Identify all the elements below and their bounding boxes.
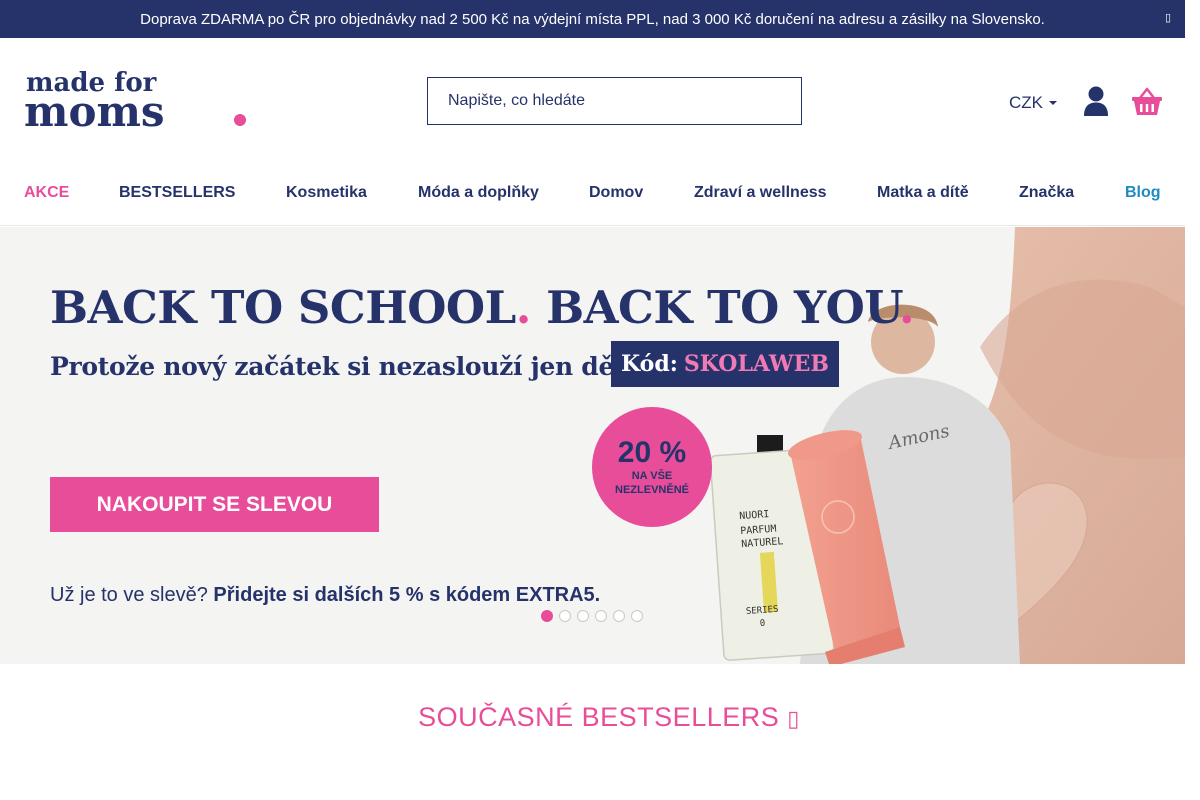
main-nav: AKCE BESTSELLERS Kosmetika Móda a doplňk…: [0, 172, 1185, 214]
extra-discount-text: Už je to ve slevě? Přidejte si dalších 5…: [50, 584, 600, 607]
bestsellers-title: SOUČASNÉ BESTSELLERS: [418, 702, 780, 732]
promo-code-value: SKOLAWEB: [683, 351, 829, 377]
svg-text:moms: moms: [24, 87, 165, 130]
announcement-text: Doprava ZDARMA po ČR pro objednávky nad …: [140, 10, 1045, 28]
nav-item-akce[interactable]: AKCE: [24, 184, 69, 202]
promo-code-label: Kód:: [621, 351, 678, 377]
currency-label: CZK: [1009, 93, 1043, 112]
shop-discount-button[interactable]: NAKOUPIT SE SLEVOU: [50, 477, 379, 532]
nav-item-matka-a-dite[interactable]: Matka a dítě: [877, 184, 969, 202]
nav-item-kosmetika[interactable]: Kosmetika: [286, 184, 367, 202]
nav-item-bestsellers[interactable]: BESTSELLERS: [119, 184, 235, 202]
carousel-dot[interactable]: [631, 610, 643, 622]
hero-banner[interactable]: Amons NUORI PARFUM NATUREL SERIES 0 BACK…: [0, 227, 1185, 664]
arrow-right-icon: ▯: [787, 706, 800, 731]
bottle-line-4: 0: [760, 619, 766, 629]
carousel-dot[interactable]: [613, 610, 625, 622]
bottle-brand: NUORI: [739, 509, 770, 522]
discount-text-2: NEZLEVNĚNÉ: [615, 484, 689, 496]
currency-selector[interactable]: CZK: [1009, 93, 1057, 113]
user-icon[interactable]: [1083, 86, 1109, 116]
carousel-dot[interactable]: [577, 610, 589, 622]
bestsellers-heading[interactable]: SOUČASNÉ BESTSELLERS ▯: [0, 702, 1200, 733]
hero-headline: BACK TO SCHOOL. BACK TO YOU.: [50, 281, 915, 334]
caret-down-icon: [1049, 101, 1057, 105]
nav-item-moda[interactable]: Móda a doplňky: [418, 184, 539, 202]
cart-icon[interactable]: [1131, 86, 1163, 116]
carousel-dot[interactable]: [595, 610, 607, 622]
discount-badge: 20 % NA VŠE NEZLEVNĚNÉ: [592, 407, 712, 527]
hero-headline-a: BACK TO SCHOOL: [50, 281, 516, 334]
nav-item-blog[interactable]: Blog: [1125, 184, 1161, 202]
discount-percent: 20 %: [617, 436, 687, 469]
search-box[interactable]: [427, 77, 802, 125]
carousel-dot[interactable]: [559, 610, 571, 622]
close-icon[interactable]: ▯: [1165, 11, 1171, 24]
hero-subheadline: Protože nový začátek si nezaslouží jen d…: [50, 352, 643, 381]
search-input[interactable]: [448, 92, 781, 110]
nav-divider: [0, 225, 1185, 226]
logo[interactable]: made for moms: [24, 66, 249, 136]
discount-text-1: NA VŠE: [631, 470, 673, 482]
announcement-bar: Doprava ZDARMA po ČR pro objednávky nad …: [0, 0, 1185, 38]
nav-item-znacka[interactable]: Značka: [1019, 184, 1074, 202]
hero-headline-b: BACK TO YOU: [546, 281, 899, 334]
carousel-dots: [541, 610, 643, 622]
extra-bold: Přidejte si dalších 5 % s kódem EXTRA5.: [213, 584, 601, 606]
promo-code-box: Kód: SKOLAWEB: [611, 341, 839, 387]
carousel-dot[interactable]: [541, 610, 553, 622]
nav-item-domov[interactable]: Domov: [589, 184, 643, 202]
nav-item-zdravi[interactable]: Zdraví a wellness: [694, 184, 827, 202]
extra-lead: Už je to ve slevě?: [50, 584, 208, 606]
